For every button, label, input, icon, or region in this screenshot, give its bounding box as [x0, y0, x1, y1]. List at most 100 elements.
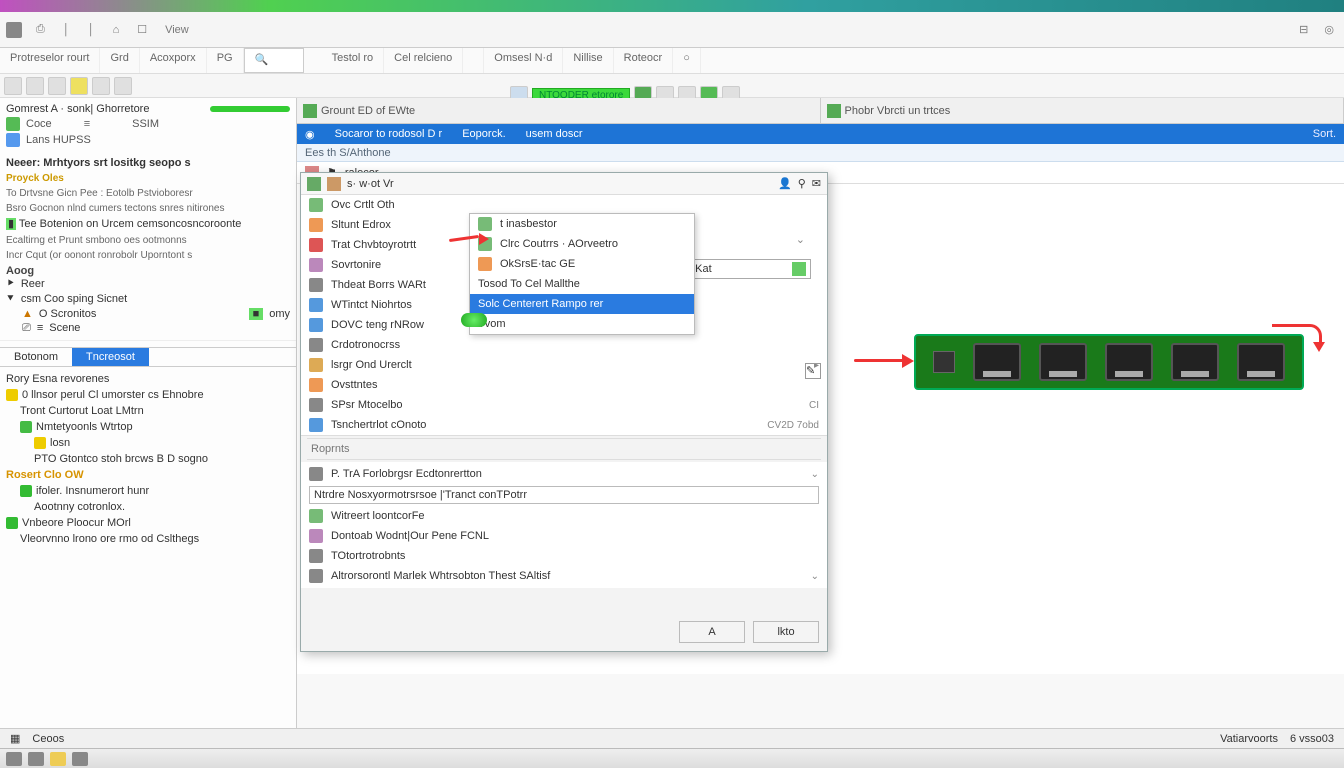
dlg-item[interactable]: Tsnchertrlot cOnotoCV2D 7obd — [301, 415, 827, 435]
settings-icon[interactable]: ◎ — [1320, 21, 1338, 38]
ribbon-rtab-4[interactable]: Roteocr — [614, 48, 674, 73]
network-board-graphic — [914, 334, 1304, 390]
ethernet-port-icon — [1171, 343, 1219, 381]
lp-ssim: SSIM — [132, 118, 159, 130]
edit-icon[interactable]: ✎ — [805, 363, 821, 379]
tb-btn-3[interactable] — [48, 77, 66, 95]
dlg-item[interactable]: Crdotronocrss — [301, 335, 827, 355]
leaf-icon — [20, 421, 32, 433]
plus-icon — [792, 262, 806, 276]
tool-btn-3[interactable]: │ — [84, 22, 99, 38]
tb-btn-5[interactable] — [92, 77, 110, 95]
ribbon-tab-3[interactable]: PG — [207, 48, 244, 73]
tree-node[interactable]: Rosert Clo OW — [4, 467, 292, 483]
taskbar-item[interactable] — [72, 752, 88, 766]
ribbon-tab-0[interactable]: Protreselor rourt — [0, 48, 100, 73]
progress-bar — [210, 106, 290, 112]
dlg-lower-item[interactable]: Altrorsorontl Marlek Whtrsobton Thest SA… — [301, 566, 827, 586]
taskbar-item[interactable] — [6, 752, 22, 766]
star-icon — [34, 437, 46, 449]
submenu-item-selected[interactable]: Solc Centerert Rampo rer — [470, 294, 694, 314]
tree-node[interactable]: Vnbeore Ploocur MOrl — [4, 515, 292, 531]
mail-icon[interactable]: ✉ — [812, 177, 821, 190]
left-panel: Gomrest A · sonk| Ghorretore Coce≡SSIM L… — [0, 98, 297, 734]
dlg-item[interactable]: lsrgr Ond Urerclt▸ — [301, 355, 827, 375]
ribbon-rtab-1[interactable]: Cel relcieno — [384, 48, 463, 73]
search-icon[interactable]: ⚲ — [798, 177, 806, 190]
bh-b[interactable]: Eoporck. — [462, 128, 505, 140]
ribbon-search[interactable]: 🔍 — [244, 48, 304, 73]
ribbon-tab-2[interactable]: Acoxporx — [140, 48, 207, 73]
tool-btn-1[interactable]: ⎙ — [32, 21, 49, 38]
bh-c[interactable]: usem doscr — [526, 128, 583, 140]
tree-node[interactable]: losn — [4, 435, 292, 451]
lp-header: Gomrest A · sonk| Ghorretore — [6, 102, 290, 116]
arrow-icon — [827, 104, 841, 118]
dlg-btn-a[interactable]: A — [679, 621, 745, 643]
tree-node[interactable]: Aootnny cotronlox. — [4, 499, 292, 515]
circle-icon — [6, 133, 20, 147]
tb-btn-1[interactable] — [4, 77, 22, 95]
ribbon-rtab-3[interactable]: Nillise — [563, 48, 613, 73]
submenu-item[interactable]: Tvom — [470, 314, 694, 334]
lp-desc5: Incr Cqut (or oonont ronrobolr Uporntont… — [6, 249, 290, 262]
ribbon-rtab-2[interactable]: Omsesl N·d — [484, 48, 563, 73]
lp-tab-b[interactable]: Tncreosot — [72, 348, 149, 366]
lp-osc: O Scronitos — [39, 308, 96, 320]
list-icon — [309, 338, 323, 352]
menu-view[interactable]: View — [161, 22, 193, 38]
tree-node[interactable]: PTO Gtontco stoh brcws B D sogno — [4, 451, 292, 467]
submenu-item[interactable]: Clrc Coutrrs · AOrveetro — [470, 234, 694, 254]
taskbar-item[interactable] — [28, 752, 44, 766]
submenu-item[interactable]: Tosod To Cel Mallthe — [470, 274, 694, 294]
doc-icon — [307, 177, 321, 191]
window-icon — [309, 418, 323, 432]
tree-node[interactable]: Rory Esna revorenes — [4, 371, 292, 387]
box-icon — [309, 218, 323, 232]
ribbon-tab-1[interactable]: Grd — [100, 48, 139, 73]
lp-scene: Scene — [49, 322, 80, 334]
ethernet-port-icon — [1237, 343, 1285, 381]
dlg-lower-item[interactable]: P. TrA Forlobrgsr Ecdtonrertton⌄ — [301, 464, 827, 484]
dlg-lower-item[interactable]: Dontoab Wodnt|Our Pene FCNL — [301, 526, 827, 546]
dlg-edit-field[interactable]: Ntrdre Nosxyormotrsrsoe |'Tranct conTPot… — [309, 486, 819, 504]
arrow-icon — [303, 104, 317, 118]
dialog-title: s· w·ot Vr — [347, 178, 394, 190]
tree-node[interactable]: Tront Curtorut Loat LMtrn — [4, 403, 292, 419]
doc-icon — [309, 529, 323, 543]
tool-btn-4[interactable]: ⌂ — [109, 22, 124, 38]
dialog-submenu: t inasbestor Clrc Coutrrs · AOrveetro Ok… — [469, 213, 695, 335]
tool-btn-5[interactable]: ☐ — [133, 21, 151, 38]
tool-btn-2[interactable]: │ — [59, 22, 74, 38]
annotation-arrow-submenu — [449, 231, 489, 247]
chip-icon — [933, 351, 955, 373]
help-icon[interactable]: ⊟ — [1295, 21, 1312, 38]
globe-icon — [309, 509, 323, 523]
tree-node[interactable]: Nmtetyoonls Wtrtop — [4, 419, 292, 435]
tree-node[interactable]: Vleorvnno lrono ore rmo od Cslthegs — [4, 531, 292, 547]
annotation-arrow-left — [854, 354, 914, 368]
dlg-lower-item[interactable]: Witreert loontcorFe — [301, 506, 827, 526]
tb-btn-4[interactable] — [70, 77, 88, 95]
tb-btn-2[interactable] — [26, 77, 44, 95]
chevron-down-icon[interactable]: ⌄ — [796, 233, 805, 246]
submenu-item[interactable]: t inasbestor — [470, 214, 694, 234]
dlg-btn-b[interactable]: lkto — [753, 621, 819, 643]
dialog-combo[interactable]: I. Kat — [681, 259, 811, 279]
dlg-item[interactable]: Ovsttntes — [301, 375, 827, 395]
submenu-item[interactable]: OkSrsE·tac GE — [470, 254, 694, 274]
tb-btn-6[interactable] — [114, 77, 132, 95]
dlg-item[interactable]: SPsr MtocelboCI — [301, 395, 827, 415]
tree-node[interactable]: ifoler. Insnumerort hunr — [4, 483, 292, 499]
tree-node[interactable]: 0 llnsor perul Cl umorster cs Ehnobre — [4, 387, 292, 403]
lp-tab-a[interactable]: Botonom — [0, 348, 72, 366]
dlg-lower-item[interactable]: TOtortrotrobnts — [301, 546, 827, 566]
taskbar-item[interactable] — [50, 752, 66, 766]
person-icon[interactable]: 👤 — [778, 177, 792, 190]
bh-d[interactable]: Sort. — [1313, 128, 1336, 140]
blue-sub-row: Ees th S/Ahthone — [297, 144, 1344, 162]
ribbon-rtab-close[interactable]: ○ — [673, 48, 701, 73]
ribbon-rtab-0[interactable]: Testol ro — [322, 48, 385, 73]
bh-a[interactable]: Socaror to rodosol D r — [335, 128, 443, 140]
dlg-item[interactable]: Ovc Crtlt Oth — [301, 195, 827, 215]
